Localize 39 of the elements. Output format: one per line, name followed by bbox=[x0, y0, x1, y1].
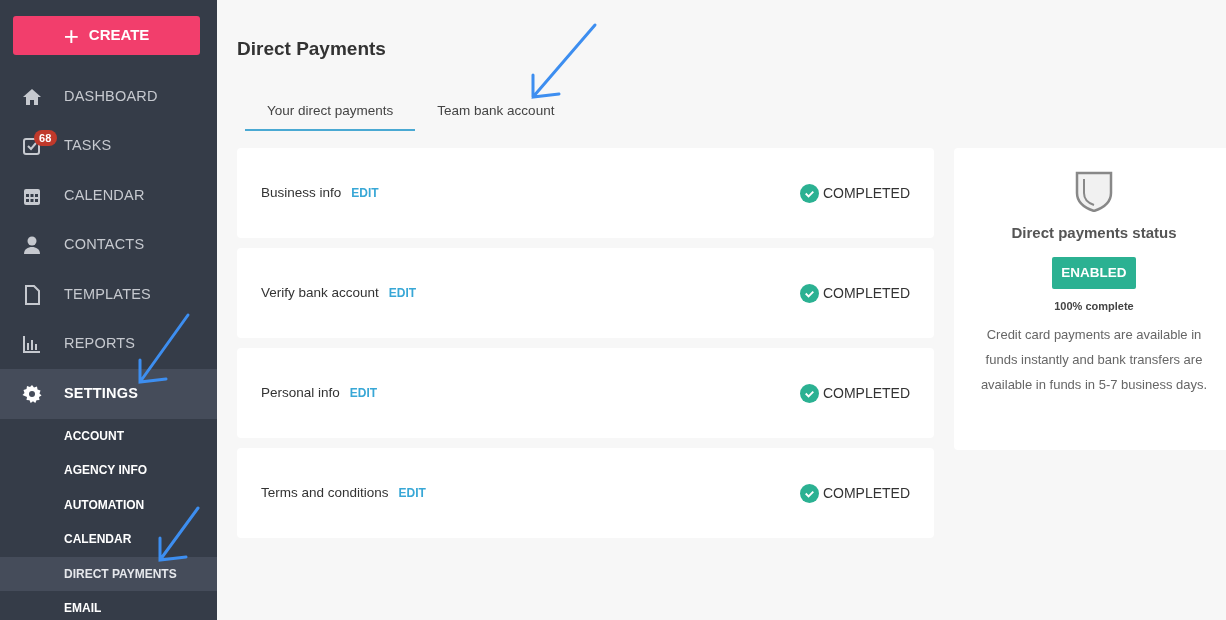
annotation-arrow bbox=[138, 313, 190, 384]
status-label: COMPLETED bbox=[822, 183, 910, 203]
home-icon bbox=[22, 86, 42, 107]
status-title: Direct payments status bbox=[1010, 223, 1178, 244]
sidebar-item[interactable]: DASHBOARD bbox=[0, 72, 217, 122]
count-badge: 68 bbox=[34, 129, 57, 146]
submenu-item[interactable]: AGENCY INFO bbox=[0, 453, 217, 488]
submenu-item[interactable]: CALENDAR bbox=[0, 522, 217, 557]
submenu-item[interactable]: ACCOUNT bbox=[0, 418, 217, 453]
status-label: COMPLETED bbox=[822, 283, 910, 303]
plus-icon: + bbox=[63, 22, 79, 49]
submenu-item[interactable]: AUTOMATION bbox=[0, 487, 217, 522]
sidebar-item[interactable]: SETTINGS bbox=[0, 369, 217, 419]
step-label: Terms and conditions bbox=[261, 483, 389, 502]
tab[interactable]: Your direct payments bbox=[245, 100, 416, 132]
sidebar-item[interactable]: TEMPLATES bbox=[0, 270, 217, 320]
sidebar-item[interactable]: CALENDAR bbox=[0, 171, 217, 221]
status-description: Credit card payments are available in funds instantly and bank transfers are available in funds in 5-7 business days. bbox=[979, 326, 1209, 395]
sidebar-item[interactable]: 68 TASKS bbox=[0, 121, 217, 171]
tab[interactable]: Team bank account bbox=[415, 100, 577, 132]
settings-icon bbox=[22, 383, 42, 404]
sidebar-item[interactable]: REPORTS bbox=[0, 319, 217, 369]
shield-icon bbox=[1074, 170, 1114, 213]
create-button[interactable]: + CREATE bbox=[13, 16, 200, 55]
step-label: Business info bbox=[261, 183, 342, 202]
page-title: Direct Payments bbox=[237, 38, 387, 61]
submenu-item[interactable]: DIRECT PAYMENTS bbox=[0, 556, 217, 591]
submenu-item[interactable]: EMAIL bbox=[0, 591, 217, 620]
step-label: Personal info bbox=[261, 383, 340, 402]
annotation-arrow bbox=[158, 506, 200, 562]
person-icon bbox=[22, 235, 42, 256]
document-icon bbox=[22, 284, 42, 305]
bar-chart-icon bbox=[22, 334, 42, 355]
step-label: Verify bank account bbox=[261, 283, 379, 302]
status-label: COMPLETED bbox=[822, 483, 910, 503]
status-badge: ENABLED bbox=[1052, 256, 1136, 289]
sidebar-item[interactable]: CONTACTS bbox=[0, 220, 217, 270]
status-label: COMPLETED bbox=[822, 383, 910, 403]
progress-text: 100% complete bbox=[1053, 298, 1135, 314]
